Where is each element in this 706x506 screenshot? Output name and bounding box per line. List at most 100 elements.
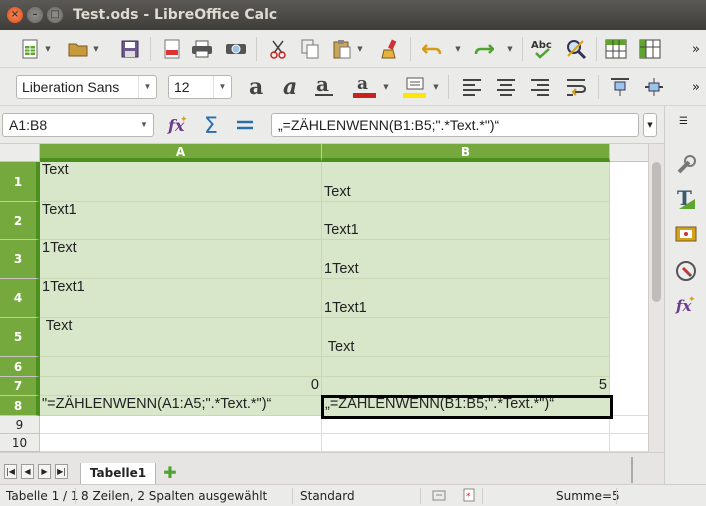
cell-b8-active[interactable]: „=ZÄHLENWENN(B1:B5;".*Text.*")“ xyxy=(321,395,613,419)
cell-a2[interactable]: Text1 xyxy=(40,202,322,240)
maximize-window-button[interactable]: □ xyxy=(47,7,63,23)
row-header-4[interactable]: 4 xyxy=(0,279,40,318)
column-header-a[interactable]: A xyxy=(40,144,322,162)
paste-icon[interactable] xyxy=(330,37,354,61)
navigator-compass-icon[interactable] xyxy=(673,258,699,284)
last-sheet-icon[interactable]: ▶| xyxy=(55,464,68,479)
formula-input[interactable]: „=ZÄHLENWENN(B1:B5;".*Text.*")“ xyxy=(271,113,639,137)
column-c-cells[interactable] xyxy=(610,162,648,416)
row-header-2[interactable]: 2 xyxy=(0,202,40,240)
previous-sheet-icon[interactable]: ◀ xyxy=(21,464,34,479)
redo-dropdown-icon[interactable]: ▼ xyxy=(506,37,514,61)
row-header-10[interactable]: 10 xyxy=(0,434,40,452)
align-center-icon[interactable] xyxy=(494,75,518,99)
cell-a7[interactable]: 0 xyxy=(40,377,322,396)
save-icon[interactable] xyxy=(118,37,142,61)
sum-icon[interactable]: Σ xyxy=(200,113,224,137)
spelling-icon[interactable]: Abc xyxy=(530,37,554,61)
vertical-scrollbar[interactable] xyxy=(648,144,664,452)
cell-b10[interactable] xyxy=(322,434,610,452)
print-icon[interactable] xyxy=(190,37,214,61)
font-color-dropdown-icon[interactable]: ▼ xyxy=(382,75,390,99)
cell-a9[interactable] xyxy=(40,416,322,434)
row-header-3[interactable]: 3 xyxy=(0,240,40,279)
name-box[interactable]: A1:B8 ▼ xyxy=(2,113,154,137)
function-wizard-icon[interactable]: fx ✦ xyxy=(166,113,190,137)
undo-dropdown-icon[interactable]: ▼ xyxy=(454,37,462,61)
highlight-dropdown-icon[interactable]: ▼ xyxy=(432,75,440,99)
italic-icon[interactable]: a xyxy=(280,75,304,99)
undo-icon[interactable] xyxy=(420,37,444,61)
cell-c9[interactable] xyxy=(610,416,648,434)
print-preview-icon[interactable] xyxy=(224,37,248,61)
font-size-dropdown-icon[interactable]: ▼ xyxy=(213,76,231,98)
vertical-scroll-thumb[interactable] xyxy=(652,162,661,302)
selection-mode-icon[interactable] xyxy=(432,488,446,505)
row-header-8[interactable]: 8 xyxy=(0,396,40,416)
highlight-color-icon[interactable] xyxy=(402,75,426,99)
cell-b9[interactable] xyxy=(322,416,610,434)
font-color-icon[interactable]: a xyxy=(352,75,376,99)
first-sheet-icon[interactable]: |◀ xyxy=(4,464,17,479)
redo-icon[interactable] xyxy=(472,37,496,61)
cell-b6[interactable] xyxy=(322,357,610,377)
new-dropdown-icon[interactable]: ▼ xyxy=(44,37,52,61)
cell-b5[interactable]: Text xyxy=(322,318,610,357)
align-left-icon[interactable] xyxy=(460,75,484,99)
functions-icon[interactable]: fx ✦ xyxy=(673,292,699,318)
close-window-button[interactable]: × xyxy=(7,7,23,23)
clone-formatting-icon[interactable] xyxy=(378,37,402,61)
expand-formula-bar-button[interactable]: ▼ xyxy=(643,113,657,137)
sheet-tab-tabelle1[interactable]: Tabelle1 xyxy=(80,463,156,485)
font-name-dropdown-icon[interactable]: ▼ xyxy=(138,76,156,98)
cell-a4[interactable]: 1Text1 xyxy=(40,279,322,318)
find-replace-icon[interactable] xyxy=(564,37,588,61)
bold-icon[interactable]: a xyxy=(246,75,270,99)
gallery-icon[interactable] xyxy=(673,220,699,246)
cell-a8[interactable]: "=ZÄHLENWENN(A1:A5;".*Text.*")“ xyxy=(40,396,322,416)
add-sheet-icon[interactable]: ✚ xyxy=(162,465,178,481)
cell-a1[interactable]: Text xyxy=(40,162,322,202)
sidebar-menu-icon[interactable]: ☰ xyxy=(679,116,688,127)
align-top-icon[interactable] xyxy=(608,75,632,99)
cell-a6[interactable] xyxy=(40,357,322,377)
formula-icon[interactable] xyxy=(233,113,257,137)
cell-b3[interactable]: 1Text xyxy=(322,240,610,279)
cell-b7[interactable]: 5 xyxy=(322,377,610,396)
align-right-icon[interactable] xyxy=(528,75,552,99)
headers-icon[interactable] xyxy=(604,37,628,61)
cell-c10[interactable] xyxy=(610,434,648,452)
row-header-1[interactable]: 1 xyxy=(0,162,40,202)
font-size-combo[interactable]: 12 ▼ xyxy=(168,75,232,99)
cell-a3[interactable]: 1Text xyxy=(40,240,322,279)
page-style[interactable]: Standard xyxy=(300,489,355,503)
row-header-5[interactable]: 5 xyxy=(0,318,40,357)
document-modified-icon[interactable]: * xyxy=(462,488,476,505)
styles-icon[interactable]: T xyxy=(673,186,699,212)
minimize-window-button[interactable]: – xyxy=(27,7,43,23)
cell-b4[interactable]: 1Text1 xyxy=(322,279,610,318)
underline-icon[interactable]: a xyxy=(312,75,336,99)
export-pdf-icon[interactable] xyxy=(160,37,184,61)
more-formatting-icon[interactable]: » xyxy=(684,75,706,99)
row-header-7[interactable]: 7 xyxy=(0,377,40,396)
open-dropdown-icon[interactable]: ▼ xyxy=(92,37,100,61)
cell-a10[interactable] xyxy=(40,434,322,452)
cut-icon[interactable] xyxy=(266,37,290,61)
cell-b2[interactable]: Text1 xyxy=(322,202,610,240)
font-name-combo[interactable]: Liberation Sans ▼ xyxy=(16,75,157,99)
select-all-corner[interactable] xyxy=(0,144,40,162)
row-header-6[interactable]: 6 xyxy=(0,357,40,377)
wrap-text-icon[interactable] xyxy=(564,75,588,99)
properties-wrench-icon[interactable] xyxy=(673,152,699,178)
copy-icon[interactable] xyxy=(298,37,322,61)
more-options-icon[interactable]: » xyxy=(684,37,706,61)
horizontal-scroll-splitter[interactable] xyxy=(631,457,633,483)
name-box-dropdown-icon[interactable]: ▼ xyxy=(135,114,153,136)
align-middle-icon[interactable] xyxy=(642,75,666,99)
row-header-9[interactable]: 9 xyxy=(0,416,40,434)
open-folder-icon[interactable] xyxy=(66,37,90,61)
column-header-b[interactable]: B xyxy=(322,144,610,162)
freeze-rows-icon[interactable] xyxy=(638,37,662,61)
paste-dropdown-icon[interactable]: ▼ xyxy=(356,37,364,61)
